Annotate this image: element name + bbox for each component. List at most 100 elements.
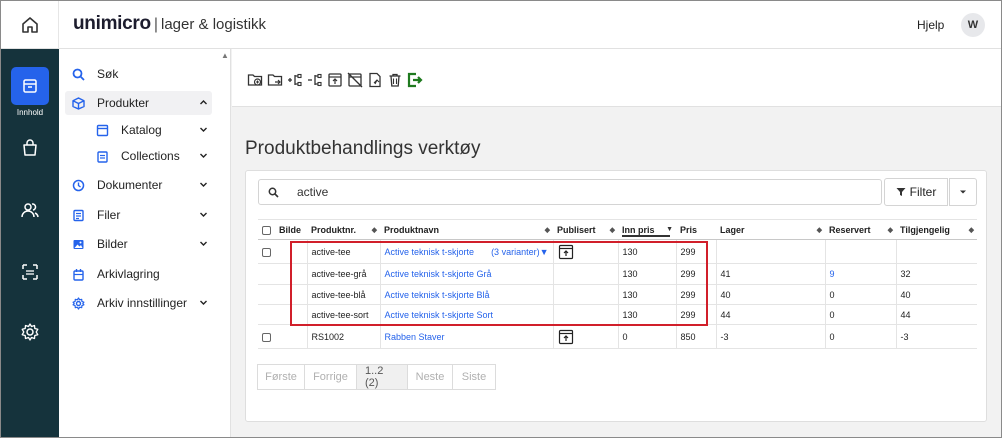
table-row[interactable]: active-tee Active teknisk t-skjorte (3 va… (258, 239, 977, 264)
col-header-tilgjengelig[interactable]: Tilgjengelig ◆ (896, 219, 977, 240)
sidebar-item-produkter[interactable]: Produkter (65, 91, 212, 115)
sidebar-item-label: Filer (97, 208, 121, 222)
col-header-publisert[interactable]: Publisert ◆ (553, 219, 618, 240)
edit-document-button[interactable] (366, 71, 383, 88)
home-button[interactable] (1, 1, 59, 49)
product-link[interactable]: Active teknisk t-skjorte Grå (385, 269, 492, 279)
sort-icon[interactable]: ◆ (888, 226, 893, 234)
col-header-inn-pris[interactable]: Inn pris ▼ (618, 219, 676, 240)
rail-item-settings[interactable] (1, 322, 59, 342)
folder-move-icon (267, 73, 282, 86)
page-last-button[interactable]: Siste (452, 364, 496, 390)
product-link[interactable]: Active teknisk t-skjorte (385, 247, 475, 257)
cell-lager: 40 (715, 284, 825, 305)
new-folder-button[interactable] (246, 71, 263, 88)
table-row[interactable]: active-tee-grå Active teknisk t-skjorte … (258, 263, 977, 285)
trash-icon (389, 73, 400, 87)
cell-pris: 299 (675, 304, 716, 325)
cell-pris: 299 (675, 284, 716, 305)
sidebar-item-filer[interactable]: Filer (65, 203, 212, 227)
rail-item-shop[interactable] (1, 138, 59, 158)
page-prev-button[interactable]: Forrige (304, 364, 357, 390)
integration-icon (22, 264, 38, 280)
product-table: Bilde Produktnr. ◆ Produktnavn ◆ Publisert… (258, 219, 977, 349)
cell-tilgjengelig: 40 (895, 284, 977, 305)
delete-button[interactable] (386, 71, 403, 88)
sidebar-item-katalog[interactable]: Katalog (89, 118, 212, 142)
sidebar-item-label: Søk (97, 67, 119, 81)
top-bar: unimicro | lager & logistikk Hjelp W (1, 1, 1001, 49)
sidebar-item-arkiv-innstillinger[interactable]: Arkiv innstillinger (65, 291, 212, 315)
page-next-button[interactable]: Neste (407, 364, 453, 390)
add-variant-button[interactable] (286, 71, 303, 88)
sidebar-item-sok[interactable]: Søk (65, 62, 212, 86)
sidebar-item-label: Collections (121, 149, 180, 163)
row-checkbox[interactable] (262, 332, 271, 342)
cell-tilgjengelig (895, 239, 977, 264)
cell-lager: 44 (715, 304, 825, 325)
sort-icon[interactable]: ◆ (545, 226, 550, 234)
cell-pris: 299 (675, 263, 716, 285)
publish-icon[interactable] (558, 244, 574, 260)
col-header-produktnr[interactable]: Produktnr. ◆ (307, 219, 380, 240)
remove-variant-button[interactable] (306, 71, 323, 88)
sort-icon[interactable]: ◆ (372, 226, 377, 234)
publish-icon[interactable] (558, 329, 574, 345)
product-link[interactable]: Active teknisk t-skjorte Sort (385, 310, 494, 320)
sidebar-item-bilder[interactable]: Bilder (65, 232, 212, 256)
sidebar-item-collections[interactable]: Collections (89, 144, 212, 168)
variants-toggle[interactable]: (3 varianter)▼ (491, 247, 548, 257)
select-all-checkbox[interactable] (262, 225, 271, 235)
cell-reservert: 0 (824, 324, 896, 349)
brand-module: lager & logistikk (161, 16, 267, 33)
move-to-folder-button[interactable] (266, 71, 283, 88)
filter-label: Filter (909, 185, 937, 199)
rail-item-users[interactable] (1, 200, 59, 220)
col-header-pris[interactable]: Pris (676, 219, 716, 240)
unpublish-button[interactable] (346, 71, 363, 88)
rail-item-innhold[interactable]: Innhold (1, 67, 59, 117)
filter-button[interactable]: Filter (884, 178, 948, 206)
user-avatar[interactable]: W (961, 13, 985, 37)
sidebar-item-label: Dokumenter (97, 178, 163, 192)
sidebar-item-dokumenter[interactable]: Dokumenter (65, 173, 212, 197)
scroll-up-arrow-icon[interactable]: ▲ (221, 51, 229, 60)
search-box[interactable] (258, 179, 882, 205)
help-link[interactable]: Hjelp (917, 18, 944, 32)
product-link[interactable]: Rabben Staver (385, 332, 445, 342)
chevron-down-icon (200, 127, 207, 132)
col-header-lager[interactable]: Lager ◆ (716, 219, 825, 240)
reserved-link[interactable]: 9 (830, 269, 835, 279)
page-first-button[interactable]: Første (257, 364, 305, 390)
chevron-down-icon (200, 212, 207, 217)
chevron-down-icon (200, 300, 207, 305)
sidebar-item-arkivlagring[interactable]: Arkivlagring (65, 262, 212, 286)
table-row[interactable]: active-tee-blå Active teknisk t-skjorte … (258, 284, 977, 305)
sort-desc-icon[interactable]: ▼ (666, 226, 673, 233)
rail-item-integrations[interactable] (1, 262, 59, 282)
product-link[interactable]: Active teknisk t-skjorte Blå (385, 290, 490, 300)
search-input[interactable] (297, 185, 857, 199)
col-header-reservert[interactable]: Reservert ◆ (825, 219, 896, 240)
table-row[interactable]: active-tee-sort Active teknisk t-skjorte… (258, 304, 977, 325)
rail-label-innhold: Innhold (16, 108, 44, 117)
brand-separator: | (153, 16, 158, 33)
cell-inn-pris: 130 (617, 263, 676, 285)
filter-dropdown-button[interactable] (949, 178, 977, 206)
brand-name: unimicro (73, 13, 151, 34)
sort-icon[interactable]: ◆ (610, 226, 615, 234)
cell-inn-pris: 0 (617, 324, 676, 349)
sidebar-item-label: Katalog (121, 123, 162, 137)
export-button[interactable] (406, 71, 423, 88)
row-checkbox[interactable] (262, 247, 271, 257)
sort-icon[interactable]: ◆ (969, 226, 974, 234)
publish-button[interactable] (326, 71, 343, 88)
cell-lager: -3 (715, 324, 825, 349)
col-header-produktnavn[interactable]: Produktnavn ◆ (380, 219, 553, 240)
table-row[interactable]: RS1002 Rabben Staver 0 850 -3 0 -3 (258, 324, 977, 349)
action-toolbar (232, 49, 1001, 107)
cell-produktnavn: Active teknisk t-skjorte (3 varianter)▼ (379, 239, 553, 264)
select-all-cell[interactable] (258, 219, 275, 240)
sort-icon[interactable]: ◆ (817, 226, 822, 234)
app-rail: Innhold (1, 49, 59, 437)
